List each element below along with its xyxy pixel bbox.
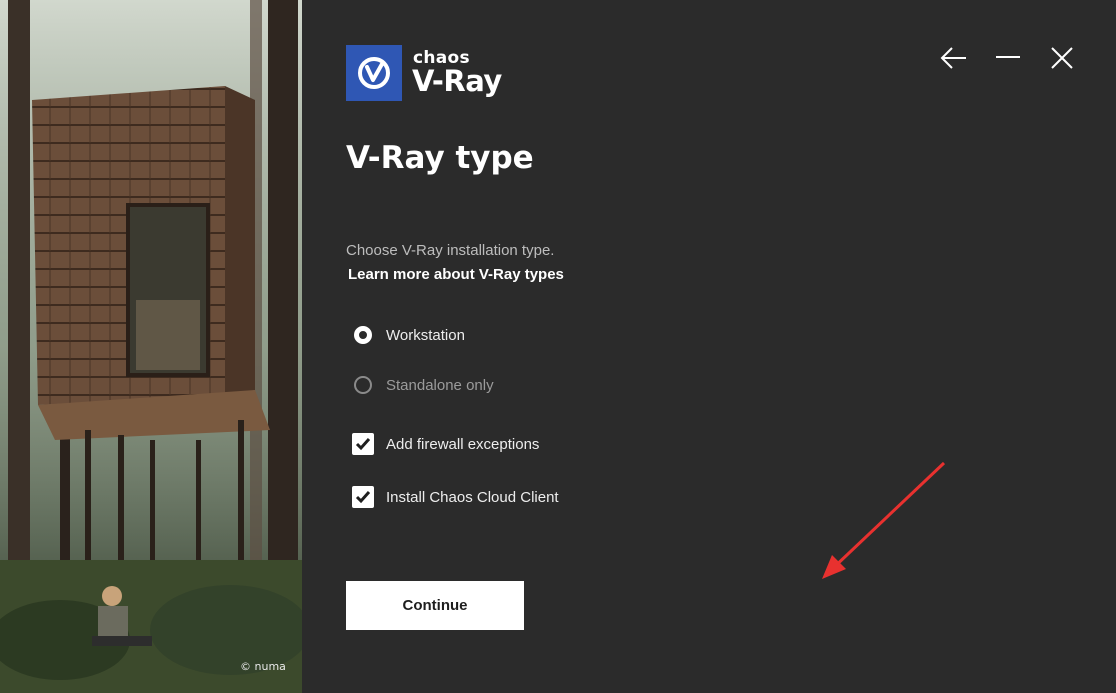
hero-image: © numa xyxy=(0,0,302,693)
checkbox-cloud-client[interactable]: Install Chaos Cloud Client xyxy=(352,486,559,508)
checkbox-firewall[interactable]: Add firewall exceptions xyxy=(352,433,539,455)
brand-product: V-Ray xyxy=(412,64,502,98)
radio-workstation[interactable]: Workstation xyxy=(354,326,465,344)
page-description: Choose V-Ray installation type. xyxy=(346,242,555,259)
radio-unselected-icon[interactable] xyxy=(354,376,372,394)
learn-more-link[interactable]: Learn more about V-Ray types xyxy=(348,266,564,283)
radio-label: Standalone only xyxy=(386,376,494,394)
checkmark-icon[interactable] xyxy=(352,433,374,455)
back-arrow-icon[interactable] xyxy=(940,45,968,71)
radio-selected-icon[interactable] xyxy=(354,326,372,344)
close-icon[interactable] xyxy=(1048,45,1076,71)
vray-logo-icon xyxy=(346,45,402,101)
minimize-icon[interactable] xyxy=(994,45,1022,71)
treehouse-illustration xyxy=(0,0,302,693)
checkbox-label: Install Chaos Cloud Client xyxy=(386,488,559,506)
radio-label: Workstation xyxy=(386,326,465,344)
page-title: V-Ray type xyxy=(346,140,534,176)
image-credit: © numa xyxy=(240,660,286,673)
red-arrow-annotation xyxy=(822,461,946,579)
checkbox-label: Add firewall exceptions xyxy=(386,435,540,453)
radio-standalone[interactable]: Standalone only xyxy=(354,376,494,394)
checkmark-icon[interactable] xyxy=(352,486,374,508)
installer-panel: chaos V-Ray V-Ray type Choose V-Ray inst… xyxy=(302,0,1116,693)
continue-button[interactable]: Continue xyxy=(346,581,524,630)
